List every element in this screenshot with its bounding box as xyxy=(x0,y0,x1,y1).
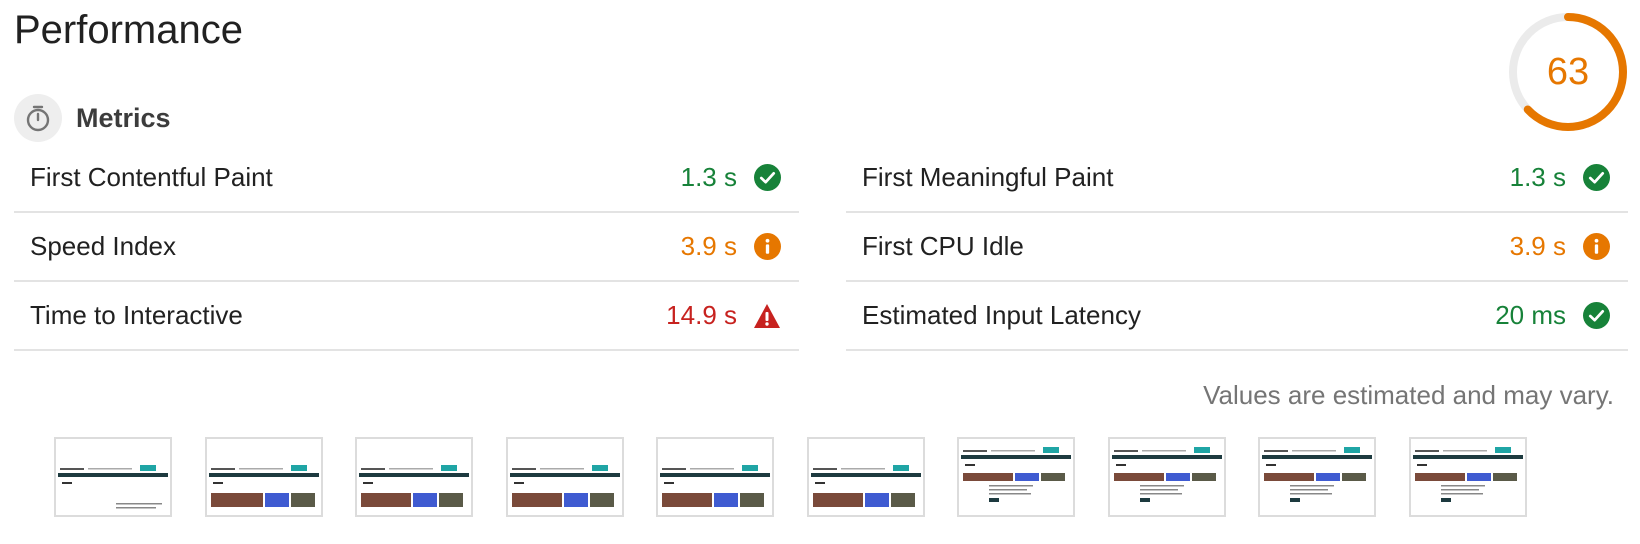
metric-row: Estimated Input Latency 20 ms xyxy=(846,282,1628,351)
metric-label: Time to Interactive xyxy=(30,300,243,330)
metric-value: 20 ms xyxy=(1495,300,1566,330)
info-circle-icon xyxy=(1582,233,1610,261)
metric-label: First Contentful Paint xyxy=(30,162,273,192)
metrics-column-right: First Meaningful Paint 1.3 s First CPU I… xyxy=(846,144,1628,351)
metric-value: 14.9 s xyxy=(666,300,737,330)
metrics-column-left: First Contentful Paint 1.3 s Speed Index… xyxy=(14,144,799,351)
warning-triangle-icon xyxy=(753,302,781,330)
metric-row: First Contentful Paint 1.3 s xyxy=(14,144,799,213)
metrics-header: Metrics xyxy=(14,94,171,142)
metrics-label: Metrics xyxy=(76,102,171,133)
filmstrip-frame xyxy=(54,437,172,517)
metric-label: First CPU Idle xyxy=(862,231,1024,261)
filmstrip-frame xyxy=(1258,437,1376,517)
metric-value: 1.3 s xyxy=(1509,162,1566,192)
metric-label: First Meaningful Paint xyxy=(862,162,1114,192)
metric-row: Time to Interactive 14.9 s xyxy=(14,282,799,351)
metric-value: 3.9 s xyxy=(680,231,737,261)
filmstrip-frame xyxy=(355,437,473,517)
metric-value: 3.9 s xyxy=(1509,231,1566,261)
metric-row: First CPU Idle 3.9 s xyxy=(846,213,1628,282)
filmstrip-frame xyxy=(1108,437,1226,517)
metric-row: First Meaningful Paint 1.3 s xyxy=(846,144,1628,213)
filmstrip-frame xyxy=(506,437,624,517)
filmstrip-frame xyxy=(957,437,1075,517)
check-circle-icon xyxy=(753,164,781,192)
stopwatch-icon xyxy=(14,94,62,142)
metric-label: Speed Index xyxy=(30,231,177,261)
info-circle-icon xyxy=(753,233,781,261)
page-title: Performance xyxy=(14,8,243,52)
filmstrip-frame xyxy=(205,437,323,517)
score-value: 63 xyxy=(1546,50,1590,93)
filmstrip-frame xyxy=(1409,437,1527,517)
filmstrip-frame xyxy=(656,437,774,517)
metric-row: Speed Index 3.9 s xyxy=(14,213,799,282)
check-circle-icon xyxy=(1582,164,1610,192)
metric-label: Estimated Input Latency xyxy=(862,300,1141,330)
check-circle-icon xyxy=(1582,302,1610,330)
metric-value: 1.3 s xyxy=(680,162,737,192)
estimate-note: Values are estimated and may vary. xyxy=(1203,380,1614,410)
filmstrip-frame xyxy=(807,437,925,517)
